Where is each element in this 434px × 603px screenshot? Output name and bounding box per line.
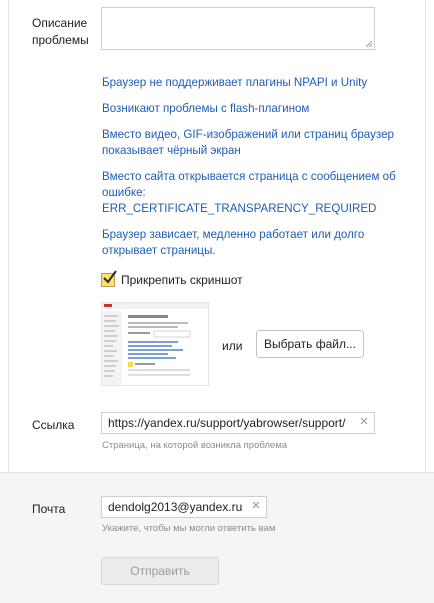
email-hint: Укажите, чтобы мы могли ответить вам <box>102 523 276 534</box>
screenshot-preview-image <box>102 303 208 385</box>
suggestion-link-flash[interactable]: Возникают проблемы с flash-плагином <box>102 101 418 117</box>
attach-screenshot-checkbox[interactable] <box>101 270 117 287</box>
suggestion-link-certificate[interactable]: Вместо сайта открывается страница с сооб… <box>102 169 418 217</box>
problem-label: Описание проблемы <box>32 16 89 47</box>
choose-file-button[interactable]: Выбрать файл... <box>256 330 364 358</box>
submit-button[interactable]: Отправить <box>101 557 219 585</box>
resize-grip-icon[interactable] <box>365 40 372 47</box>
screenshot-thumbnail <box>101 302 209 386</box>
link-input[interactable]: https://yandex.ru/support/yabrowser/supp… <box>101 412 375 434</box>
clear-email-icon[interactable]: × <box>250 498 262 513</box>
attach-screenshot-label: Прикрепить скриншот <box>121 273 243 287</box>
suggestion-links: Браузер не поддерживает плагины NPAPI и … <box>102 75 418 259</box>
email-label: Почта <box>32 502 66 516</box>
feedback-form: Описание проблемы Браузер не поддерживае… <box>0 0 434 603</box>
link-label: Ссылка <box>32 418 75 432</box>
or-text: или <box>222 339 243 353</box>
link-input-value: https://yandex.ru/support/yabrowser/supp… <box>108 416 346 430</box>
suggestion-link-npapi[interactable]: Браузер не поддерживает плагины NPAPI и … <box>102 75 418 91</box>
link-hint: Страница, на которой возникла проблема <box>102 440 288 451</box>
email-input-value: dendolg2013@yandex.ru <box>108 500 243 514</box>
checkmark-icon <box>103 270 117 284</box>
clear-link-icon[interactable]: × <box>358 414 370 429</box>
problem-textarea[interactable] <box>101 7 375 50</box>
suggestion-link-black-screen[interactable]: Вместо видео, GIF-изображений или страни… <box>102 127 418 159</box>
suggestion-link-slow[interactable]: Браузер зависает, медленно работает или … <box>102 227 418 259</box>
email-input[interactable]: dendolg2013@yandex.ru <box>101 496 267 518</box>
attach-screenshot-row: Прикрепить скриншот <box>101 270 243 289</box>
